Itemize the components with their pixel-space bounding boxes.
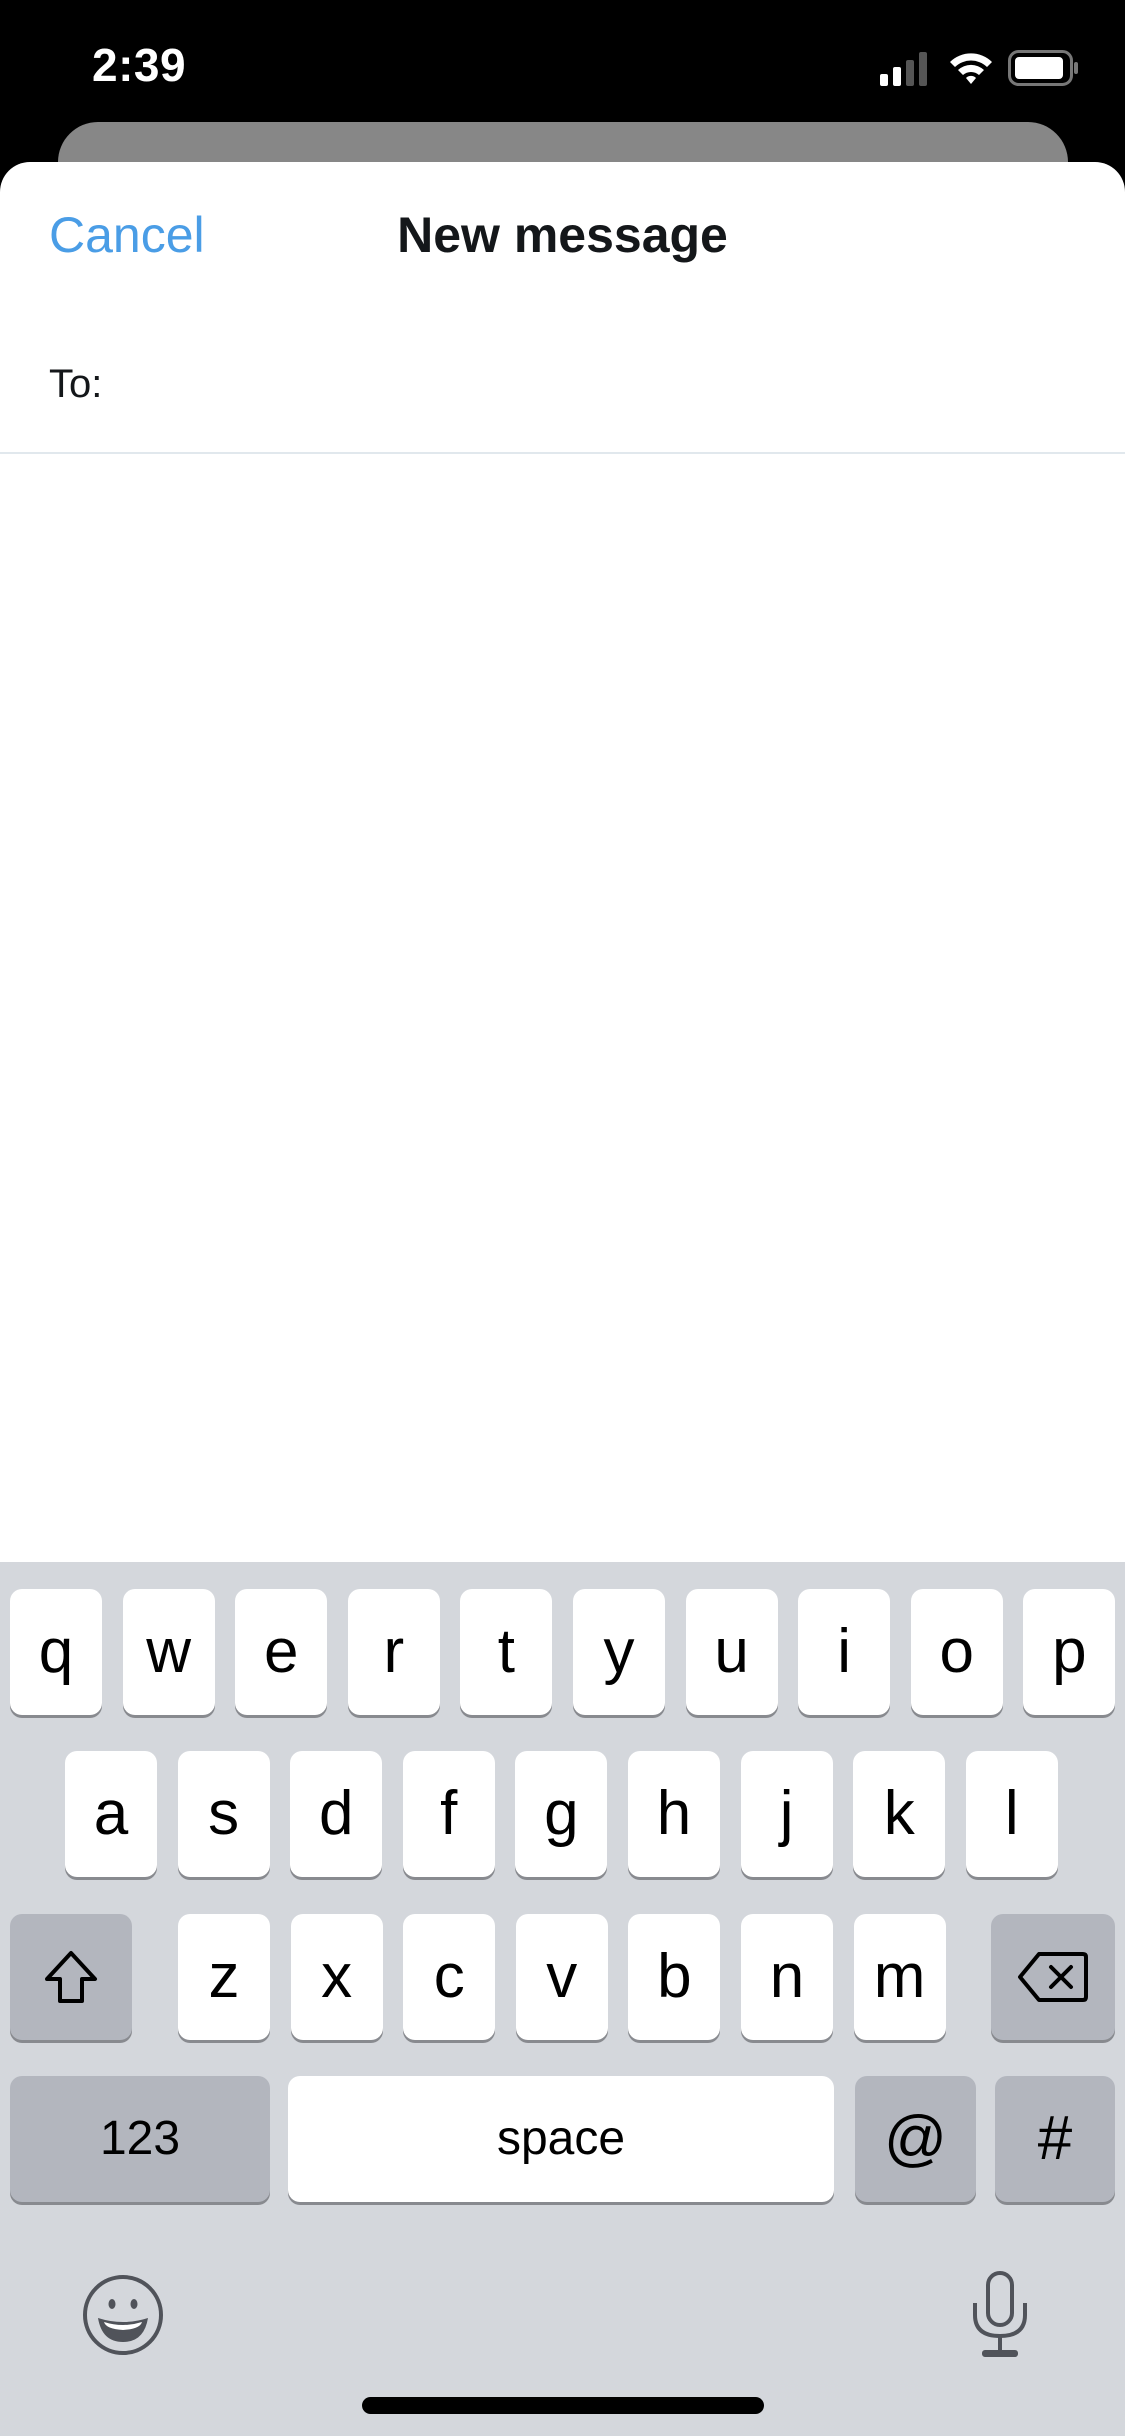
keyboard: q w e r t y u i o p a s d f g h j k l z x c v b nm 123 space @ # [0,1562,1125,2436]
key-label: f [440,1779,458,1848]
key-w[interactable]: w [122,1589,215,1715]
key-label: p [1052,1617,1087,1686]
space-key[interactable]: space [288,2076,834,2202]
key-label: w [146,1617,191,1686]
key-label: g [544,1779,579,1848]
at-key[interactable]: @ [855,2076,976,2202]
key-n[interactable]: n [741,1914,833,2040]
key-o[interactable]: o [910,1589,1003,1715]
key-label: o [939,1617,975,1686]
key-v[interactable]: v [515,1914,608,2040]
backspace-key[interactable] [991,1914,1115,2040]
key-label: q [38,1617,74,1686]
key-s[interactable]: s [177,1751,270,1877]
key-q[interactable]: q [10,1589,102,1715]
compose-sheet: Cancel New message To: [0,162,1125,1562]
key-k[interactable]: k [853,1751,946,1877]
key-label: c [433,1942,465,2011]
at-key-label: @ [884,2104,947,2173]
hash-key-label: # [1037,2104,1073,2173]
key-m[interactable]: m [853,1914,946,2040]
key-label: y [603,1617,635,1686]
key-label: u [714,1617,749,1686]
key-f[interactable]: f [402,1751,495,1877]
microphone-icon[interactable] [970,2270,1030,2360]
key-label: z [208,1942,240,2011]
status-time: 2:39 [92,39,187,91]
key-label: j [779,1779,794,1848]
emoji-icon[interactable] [82,2274,164,2356]
key-label: b [657,1942,692,2011]
key-label: r [383,1617,405,1686]
to-input[interactable] [120,352,1084,424]
shift-key[interactable] [10,1914,132,2040]
key-g[interactable]: g [515,1751,608,1877]
space-key-label: space [496,2112,626,2165]
key-label: m [873,1942,926,2011]
key-label: i [837,1617,852,1686]
key-label: v [546,1942,578,2011]
key-label: d [318,1779,354,1848]
key-label: s [208,1779,240,1848]
battery-icon [1008,50,1078,86]
key-label: n [769,1942,805,2011]
key-j[interactable]: j [740,1751,833,1877]
key-label: k [883,1779,915,1848]
status-bar: 2:39 [0,0,1125,120]
key-l[interactable]: l [965,1751,1058,1877]
key-r[interactable]: r [347,1589,440,1715]
shift-icon [45,1951,97,2003]
hash-key[interactable]: # [995,2076,1115,2202]
key-i[interactable]: i [798,1589,891,1715]
key-x[interactable]: x [290,1914,383,2040]
cellular-signal-icon [880,52,927,86]
to-label: To: [49,362,103,406]
key-p[interactable]: p [1023,1589,1116,1715]
key-label: t [497,1617,515,1686]
key-h[interactable]: h [628,1751,720,1877]
key-b[interactable]: b [628,1914,721,2040]
numbers-key[interactable]: 123 [10,2076,270,2202]
key-c[interactable]: c [403,1914,496,2040]
page-title: New message [397,207,728,263]
key-u[interactable]: u [685,1589,778,1715]
key-t[interactable]: t [460,1589,553,1715]
key-label: h [656,1779,692,1848]
key-label: l [1004,1779,1019,1848]
numbers-key-label: 123 [99,2112,181,2165]
key-label: e [263,1617,299,1686]
key-label: x [321,1942,353,2011]
key-z[interactable]: z [178,1914,270,2040]
key-e[interactable]: e [235,1589,328,1715]
key-y[interactable]: y [573,1589,665,1715]
key-label: a [93,1779,129,1848]
backspace-icon [1018,1952,1088,2002]
key-a[interactable]: a [65,1751,157,1877]
home-indicator[interactable] [362,2397,764,2414]
wifi-icon [950,53,992,84]
key-d[interactable]: d [290,1751,383,1877]
